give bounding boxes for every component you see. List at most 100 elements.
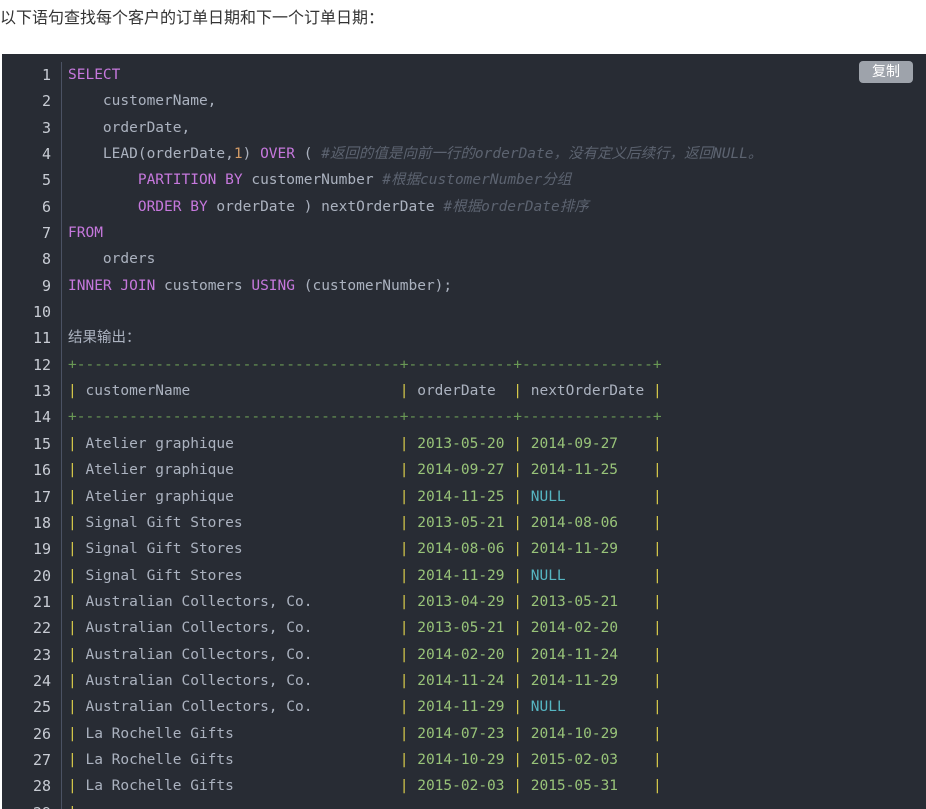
table-bar: |	[399, 725, 409, 742]
keyword: PARTITION BY	[137, 172, 243, 189]
table-bar: |	[513, 435, 522, 452]
cell-next-order-date: 2014-11-24	[530, 646, 619, 663]
table-bar: |	[652, 646, 662, 663]
pad	[505, 541, 514, 557]
table-bar: |	[68, 778, 77, 795]
code-line-8: orders	[68, 246, 926, 272]
cell-next-order-date: NULL	[530, 567, 566, 584]
line-number: 26	[32, 724, 51, 743]
pad	[312, 673, 399, 689]
table-row: | Atelier graphique | 2013-05-20 | 2014-…	[68, 431, 926, 457]
line-number: 16	[32, 461, 51, 480]
table-row: | Australian Collectors, Co. | 2013-04-2…	[68, 589, 926, 615]
table-bar: |	[513, 514, 522, 531]
code-text: customerName,	[102, 93, 217, 110]
open-paren: (	[295, 146, 322, 163]
cell-order-date: 2013-05-21	[417, 620, 505, 637]
table-bar: |	[68, 725, 77, 742]
pad	[505, 436, 514, 452]
result-label: 结果输出：	[68, 330, 141, 347]
table-bar: |	[513, 672, 523, 689]
pad	[312, 594, 399, 610]
copy-button[interactable]: 复制	[859, 61, 913, 83]
table-row: | Australian Collectors, Co. | 2014-11-2…	[68, 668, 926, 694]
table-border: +-------------------------------------+-…	[68, 356, 662, 373]
table-bar: |	[399, 593, 409, 610]
keyword: SELECT	[68, 67, 121, 83]
table-bar: |	[399, 514, 409, 531]
cell-customer-name: La Rochelle Gifts	[85, 751, 234, 768]
pad	[234, 489, 400, 505]
line-number: 8	[41, 250, 51, 269]
cell-customer-name: Atelier graphique	[85, 462, 234, 479]
keyword: FROM	[68, 225, 103, 242]
cell-next-order-date: NULL	[530, 699, 566, 716]
table-row: | Signal Gift Stores | 2014-08-06 | 2014…	[68, 536, 926, 562]
pad	[234, 462, 400, 478]
table-bar: |	[513, 541, 522, 558]
pad	[618, 594, 653, 610]
table-bar: |	[68, 462, 77, 479]
pad	[505, 515, 514, 531]
code-text: orders	[102, 251, 156, 268]
cell-order-date: 2014-11-24	[417, 672, 505, 689]
pad	[505, 778, 514, 794]
table-row: | Australian Collectors, Co. | 2014-02-2…	[68, 642, 926, 668]
header-order-date: orderDate	[417, 383, 496, 400]
table-bar: |	[399, 620, 409, 637]
line-number: 29	[2, 800, 61, 809]
pad	[618, 647, 653, 663]
cell-customer-name: Signal Gift Stores	[85, 567, 243, 584]
table-bar: |	[513, 699, 523, 716]
table-row: | Atelier graphique | 2014-09-27 | 2014-…	[68, 457, 926, 483]
cell-next-order-date: 2014-08-06	[530, 514, 619, 531]
cell-order-date: 2014-11-25	[417, 488, 505, 505]
line-number: 4	[41, 145, 51, 164]
code-text: (customerNumber);	[295, 277, 453, 294]
number-literal: 1	[233, 146, 243, 163]
cell-next-order-date: 2015-02-03	[530, 751, 619, 768]
table-bar: |	[652, 514, 662, 531]
line-number: 1	[41, 66, 51, 84]
cell-order-date: 2014-11-29	[417, 567, 505, 584]
table-bar: |	[68, 488, 77, 505]
pad	[505, 673, 514, 689]
line-number: 6	[41, 197, 51, 216]
pad	[312, 647, 399, 663]
cell-customer-name: La Rochelle Gifts	[85, 725, 234, 742]
table-bar: |	[513, 725, 522, 742]
pad	[644, 383, 653, 399]
pad	[234, 436, 400, 452]
cell-next-order-date: 2014-11-29	[530, 541, 619, 558]
cell-order-date: 2013-04-29	[417, 593, 505, 610]
table-border-mid: +-------------------------------------+-…	[68, 404, 926, 430]
table-bar: |	[652, 620, 662, 637]
line-number: 17	[32, 487, 51, 506]
pad	[505, 462, 514, 478]
pad	[505, 620, 514, 636]
cell-next-order-date: 2015-05-31	[530, 778, 619, 795]
table-bar: |	[68, 805, 77, 809]
cell-next-order-date: 2014-11-29	[530, 672, 619, 689]
line-number: 21	[32, 592, 51, 611]
line-number: 23	[32, 645, 51, 664]
close-paren: )	[242, 146, 261, 163]
table-bar: |	[652, 593, 662, 610]
cell-order-date: 2014-07-23	[417, 725, 505, 742]
table-border-top: +-------------------------------------+-…	[68, 352, 926, 378]
table-bar: |	[68, 567, 77, 584]
table-row: | Atelier graphique | 2014-11-25 | NULL …	[68, 484, 926, 510]
line-number: 11	[32, 329, 51, 348]
cell-customer-name: Australian Collectors, Co.	[85, 593, 313, 610]
pad	[566, 568, 653, 584]
table-row: | Australian Collectors, Co. | 2013-05-2…	[68, 615, 926, 641]
cell-next-order-date: 2014-10-29	[530, 725, 619, 742]
pad	[618, 515, 653, 531]
line-number: 19	[32, 540, 51, 559]
table-bar: |	[399, 778, 409, 795]
code-text: orderDate ) nextOrderDate	[207, 198, 444, 215]
cell-customer-name: Australian Collectors, Co.	[85, 699, 313, 716]
table-bar: |	[652, 699, 662, 716]
